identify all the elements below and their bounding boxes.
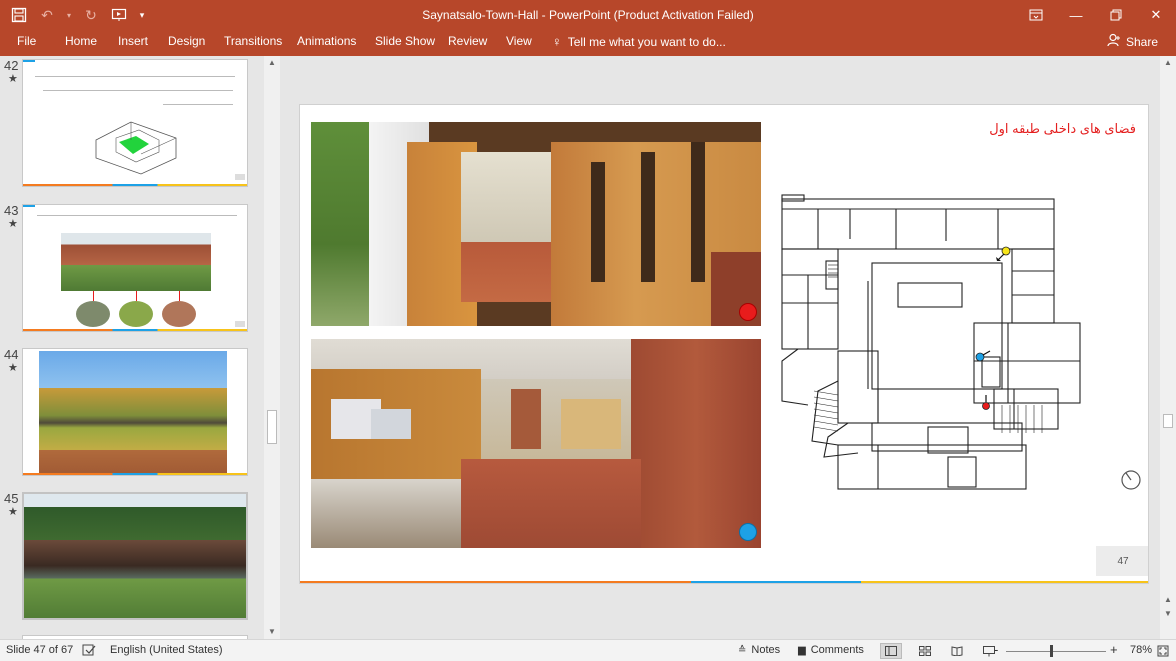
zoom-slider-track[interactable] [1006, 651, 1106, 652]
slide-number: 42 [4, 58, 19, 73]
tab-transitions[interactable]: Transitions [224, 34, 282, 48]
animation-star-icon: ★ [8, 73, 18, 85]
slide-footer-stripe [300, 581, 1148, 583]
lobby-photo [311, 339, 761, 548]
tab-design[interactable]: Design [168, 34, 205, 48]
lightbulb-icon: ♀ [552, 34, 562, 49]
slide-thumbnail-43[interactable] [22, 204, 248, 332]
slide-number-box: 47 [1096, 546, 1148, 576]
entrance-door-photo [311, 122, 761, 326]
spelling-check-icon[interactable] [82, 644, 96, 656]
slide-number: 43 [4, 203, 19, 218]
notes-label: Notes [751, 644, 781, 656]
tab-insert[interactable]: Insert [118, 34, 148, 48]
comment-icon: ▆ [798, 644, 806, 656]
tab-review[interactable]: Review [448, 34, 487, 48]
minimize-icon[interactable]: — [1056, 0, 1096, 30]
slide-thumbnail-45[interactable] [22, 492, 248, 620]
scroll-down-arrow-icon[interactable]: ▼ [264, 625, 280, 639]
slide-title: فضای های داخلی طبقه اول [989, 121, 1136, 136]
slide-thumbnail-44[interactable] [22, 348, 248, 476]
close-icon[interactable]: ✕ [1136, 0, 1176, 30]
status-bar: Slide 47 of 67 English (United States) ≙… [0, 639, 1176, 661]
tell-me-text: Tell me what you want to do... [567, 34, 726, 49]
floor-plan [781, 194, 1081, 490]
tab-home[interactable]: Home [65, 34, 97, 48]
next-slide-icon[interactable]: ▼ [1160, 607, 1176, 621]
restore-icon[interactable] [1096, 0, 1136, 30]
tell-me-box[interactable]: ♀ Tell me what you want to do... [552, 34, 726, 49]
slide-counter: Slide 47 of 67 [6, 644, 74, 656]
ribbon-tabs: File Home Insert Design Transitions Anim… [0, 30, 1176, 56]
slide-number: 45 [4, 491, 19, 506]
scrollbar-thumb[interactable] [1163, 414, 1173, 428]
zoom-out-button[interactable]: - [994, 642, 998, 657]
current-slide[interactable]: فضای های داخلی طبقه اول 47 [299, 104, 1149, 584]
scroll-up-arrow-icon[interactable]: ▲ [264, 56, 280, 70]
north-arrow-icon [1121, 470, 1141, 490]
window-controls: — ✕ [1016, 0, 1176, 30]
red-location-marker [739, 303, 757, 321]
tab-slide-show[interactable]: Slide Show [375, 34, 435, 48]
scrollbar-thumb[interactable] [267, 410, 277, 444]
thumbnail-scrollbar[interactable]: ▲ ▼ [264, 56, 280, 639]
ribbon-display-options-icon[interactable] [1016, 0, 1056, 30]
normal-view-icon[interactable] [880, 643, 902, 659]
zoom-in-button[interactable]: + [1110, 642, 1118, 657]
blue-location-marker [739, 523, 757, 541]
comments-label: Comments [810, 644, 864, 656]
comments-button[interactable]: ▆ Comments [798, 644, 864, 656]
previous-slide-icon[interactable]: ▲ [1160, 593, 1176, 607]
zoom-slider-handle[interactable] [1050, 645, 1053, 657]
fit-slide-icon[interactable] [1152, 643, 1174, 659]
animation-star-icon: ★ [8, 506, 18, 518]
animation-star-icon: ★ [8, 362, 18, 374]
tab-view[interactable]: View [506, 34, 532, 48]
zoom-level[interactable]: 78% [1130, 644, 1152, 656]
language-indicator[interactable]: English (United States) [110, 644, 223, 656]
slide-number: 44 [4, 347, 19, 362]
share-button[interactable]: Share [1107, 33, 1158, 50]
slide-thumbnail-pane[interactable]: 42 ★ 43 ★ 44 ★ 45 ★ [0, 56, 264, 639]
notes-icon: ≙ [738, 644, 747, 656]
title-bar: ↶ ▾ ↻ ▾ Saynatsalo-Town-Hall - PowerPoin… [0, 0, 1176, 30]
tab-file[interactable]: File [17, 34, 36, 48]
slide-sorter-icon[interactable] [914, 643, 936, 659]
person-icon [1107, 33, 1121, 50]
reading-view-icon[interactable] [946, 643, 968, 659]
notes-button[interactable]: ≙ Notes [738, 644, 780, 656]
animation-star-icon: ★ [8, 218, 18, 230]
tab-animations[interactable]: Animations [297, 34, 356, 48]
slide-thumbnail-42[interactable] [22, 59, 248, 187]
editor-scrollbar[interactable]: ▲ ▲ ▼ [1160, 56, 1176, 639]
window-title: Saynatsalo-Town-Hall - PowerPoint (Produ… [422, 8, 754, 22]
scroll-up-arrow-icon[interactable]: ▲ [1160, 56, 1176, 70]
share-label: Share [1125, 34, 1158, 49]
